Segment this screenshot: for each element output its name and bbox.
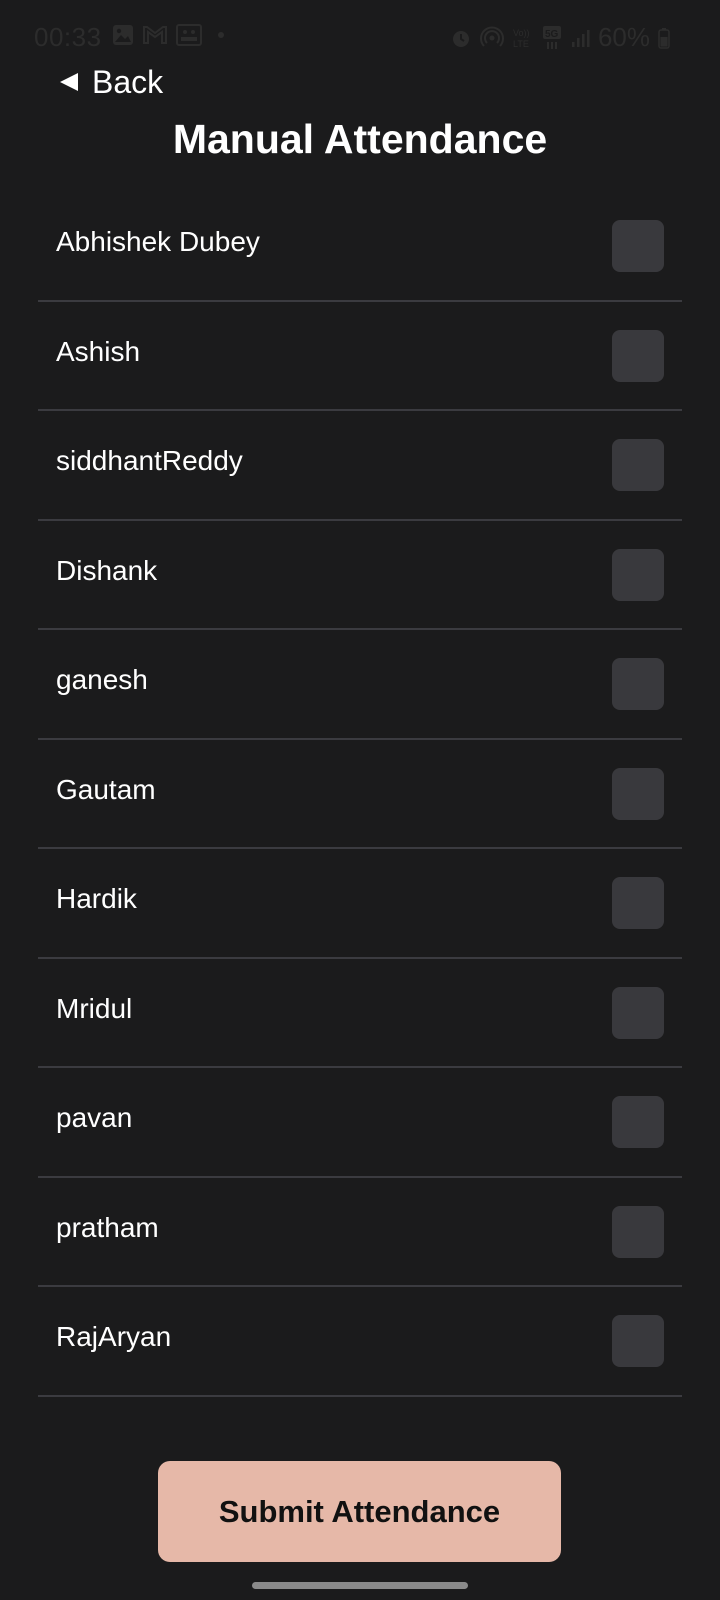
signal-icon (571, 29, 590, 47)
volte-icon: Vo)) LTE (513, 28, 530, 49)
status-left-icons (112, 24, 224, 46)
student-row: ganesh (38, 630, 682, 740)
status-time: 00:33 (34, 22, 102, 52)
attendance-checkbox[interactable] (612, 1096, 664, 1148)
photos-icon (176, 24, 202, 46)
svg-text:5G: 5G (545, 29, 559, 40)
attendance-checkbox[interactable] (612, 986, 664, 1039)
student-row: Hardik (38, 849, 682, 959)
home-gesture-bar[interactable] (252, 1582, 468, 1589)
student-name: siddhantReddy (56, 445, 243, 476)
status-right-icons: Vo)) LTE 5G 60% (450, 22, 670, 53)
back-button[interactable]: Back (60, 60, 163, 104)
student-name: Hardik (56, 883, 137, 914)
svg-text:Vo)): Vo)) (513, 28, 530, 38)
student-row: RajAryan (38, 1287, 682, 1397)
student-row: pratham (38, 1178, 682, 1287)
page-title: Manual Attendance (172, 116, 548, 162)
svg-text:LTE: LTE (513, 39, 529, 49)
attendance-checkbox[interactable] (612, 658, 664, 710)
back-arrow-icon (60, 73, 78, 91)
attendance-checkbox[interactable] (612, 1315, 664, 1367)
5g-icon: 5G (542, 25, 561, 49)
student-name: ganesh (56, 664, 148, 695)
student-name: Abhishek Dubey (56, 226, 260, 257)
student-name: Mridul (56, 992, 133, 1024)
student-name: pavan (56, 1102, 133, 1133)
student-name: Dishank (56, 554, 158, 586)
student-name: pratham (56, 1211, 159, 1243)
alarm-icon (452, 30, 469, 47)
student-name: RajAryan (56, 1321, 172, 1352)
student-row: Abhishek Dubey (38, 192, 682, 302)
gmail-icon (143, 26, 167, 44)
student-row: siddhantReddy (38, 411, 682, 521)
battery-icon (658, 27, 670, 49)
attendance-checkbox[interactable] (612, 439, 664, 491)
student-name: Ashish (56, 335, 141, 367)
attendance-checkbox[interactable] (612, 329, 664, 382)
student-list: Abhishek Dubey Ashish siddhantReddy Dish… (38, 192, 682, 1397)
hotspot-icon (479, 26, 504, 47)
student-row: Dishank (38, 521, 682, 630)
attendance-checkbox[interactable] (612, 548, 664, 601)
attendance-checkbox[interactable] (612, 877, 664, 929)
attendance-checkbox[interactable] (612, 220, 664, 272)
attendance-checkbox[interactable] (612, 1205, 664, 1258)
student-row: Gautam (38, 740, 682, 849)
submit-attendance-button[interactable]: Submit Attendance (158, 1461, 561, 1562)
gallery-icon (113, 25, 133, 45)
student-name: Gautam (56, 773, 156, 805)
student-row: Ashish (38, 302, 682, 411)
student-row: Mridul (38, 959, 682, 1068)
battery-percent: 60% (597, 22, 650, 52)
attendance-checkbox[interactable] (612, 767, 664, 820)
back-label: Back (92, 63, 164, 100)
student-row: pavan (38, 1068, 682, 1178)
notification-dot (218, 32, 224, 38)
